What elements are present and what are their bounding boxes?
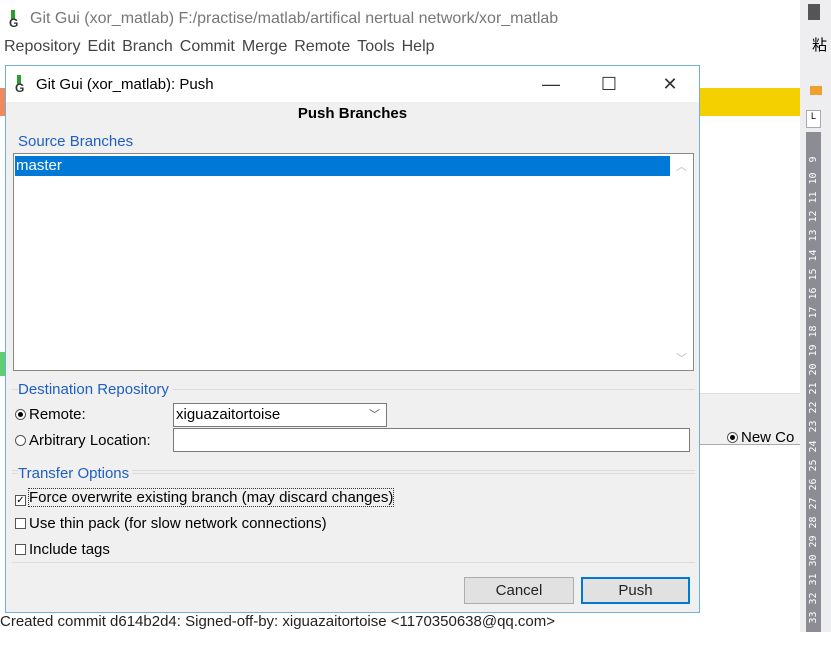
ruler-number: 27 [808, 497, 819, 510]
git-gui-icon [8, 10, 24, 30]
checkbox-icon [15, 518, 26, 529]
ruler-number: 13 [808, 229, 819, 242]
ruler-number: 9 [808, 156, 819, 163]
menu-tools[interactable]: Tools [357, 38, 394, 62]
menu-commit[interactable]: Commit [180, 38, 235, 62]
menu-repository[interactable]: Repository [4, 38, 80, 62]
ruler-number: 20 [808, 363, 819, 376]
source-branches-list[interactable]: master ︿ ﹀ [13, 153, 694, 371]
ruler-number: 14 [808, 248, 819, 262]
status-bar: Created commit d614b2d4: Signed-off-by: … [0, 613, 556, 630]
push-dialog: Git Gui (xor_matlab): Push — ☐ ✕ Push Br… [5, 65, 700, 613]
scrollbar[interactable]: ︿ ﹀ [670, 154, 693, 370]
push-button[interactable]: Push [581, 577, 690, 604]
dialog-heading: Push Branches [297, 105, 408, 122]
ruler-number: 24 [808, 439, 819, 453]
clipboard-icon [808, 4, 820, 20]
radio-icon [15, 409, 26, 420]
scroll-up-icon[interactable]: ︿ [670, 158, 693, 174]
menu-branch[interactable]: Branch [122, 38, 173, 62]
main-window-title: Git Gui (xor_matlab) F:/practise/matlab/… [0, 0, 800, 38]
transfer-legend: Transfer Options [18, 465, 133, 482]
ruler-number: 10 [808, 172, 819, 185]
vertical-ruler: 9 10 11 12 13 14 15 16 17 18 19 20 21 22 23 24 25 26 27 28 2… [806, 132, 821, 643]
menu-remote[interactable]: Remote [294, 38, 350, 62]
arbitrary-location-radio[interactable]: Arbitrary Location: [15, 432, 151, 449]
remote-radio[interactable]: Remote: [15, 406, 86, 423]
destination-legend: Destination Repository [18, 381, 172, 398]
close-button[interactable]: ✕ [647, 66, 693, 102]
menu-edit[interactable]: Edit [87, 38, 115, 62]
ruler-number: 30 [808, 554, 819, 567]
cancel-button[interactable]: Cancel [464, 577, 574, 604]
list-item[interactable]: master [15, 156, 670, 176]
source-branches-legend: Source Branches [18, 133, 134, 150]
radio-icon [727, 432, 738, 443]
scroll-down-icon[interactable]: ﹀ [670, 350, 693, 366]
ruler-number: 22 [808, 401, 819, 414]
force-overwrite-checkbox[interactable]: ✓ Force overwrite existing branch (may di… [15, 488, 395, 507]
ruler-number: 23 [808, 420, 819, 433]
folder-icon[interactable] [810, 86, 822, 95]
ruler-number: 17 [808, 306, 819, 319]
ruler-number: 29 [808, 535, 819, 548]
new-commit-radio[interactable]: New Co [727, 429, 800, 446]
checkbox-icon [15, 544, 26, 555]
include-tags-checkbox[interactable]: Include tags [15, 541, 110, 558]
ruler-number: 21 [808, 382, 819, 395]
ruler-number: 12 [808, 210, 819, 223]
tab-stop-icon[interactable]: L [806, 110, 821, 128]
paste-label[interactable]: 粘 [812, 34, 827, 55]
maximize-button[interactable]: ☐ [586, 66, 632, 102]
minimize-button[interactable]: — [528, 66, 574, 102]
ruler-number: 26 [808, 478, 819, 491]
remote-select[interactable]: xiguazaitortoise ﹀ [173, 403, 387, 427]
menu-bar: Repository Edit Branch Commit Merge Remo… [0, 38, 435, 62]
menu-help[interactable]: Help [402, 38, 435, 62]
ruler-number: 18 [808, 325, 819, 338]
ruler-number: 11 [808, 191, 819, 204]
menu-merge[interactable]: Merge [242, 38, 287, 62]
ruler-number: 16 [808, 287, 819, 300]
git-gui-icon [14, 75, 30, 95]
ruler-number: 28 [808, 516, 819, 529]
chevron-down-icon: ﹀ [369, 409, 380, 421]
radio-icon [15, 435, 26, 446]
ruler-number: 25 [808, 459, 819, 472]
ruler-number: 19 [808, 344, 819, 357]
ruler-number: 32 [808, 592, 819, 605]
ruler-number: 33 [808, 611, 819, 624]
ruler-number: 15 [808, 268, 819, 281]
thin-pack-checkbox[interactable]: Use thin pack (for slow network connecti… [15, 515, 327, 532]
ruler-number: 31 [808, 573, 819, 586]
arbitrary-location-input[interactable] [173, 428, 690, 452]
checkbox-checked-icon: ✓ [15, 495, 26, 506]
